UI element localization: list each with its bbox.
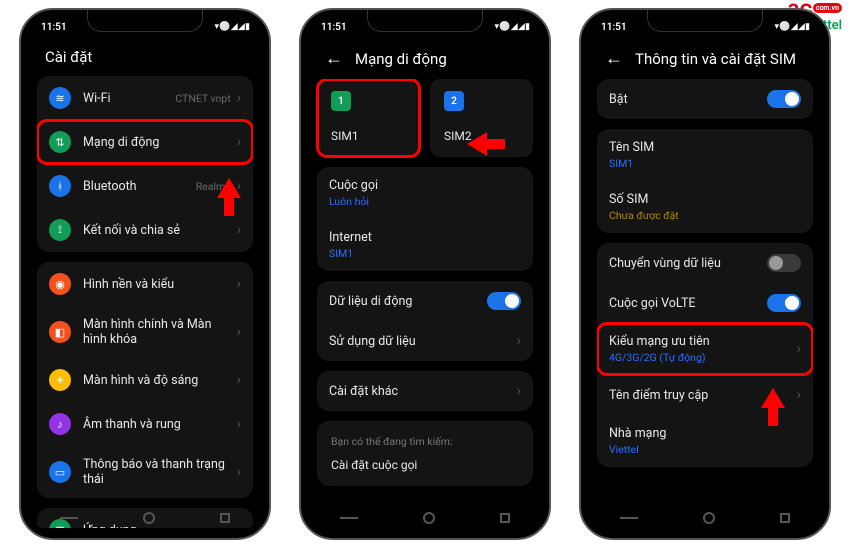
- row-label: Sử dụng dữ liệu: [329, 334, 517, 349]
- row-value: Luôn hỏi: [329, 195, 369, 208]
- page-title: Thông tin và cài đặt SIM: [635, 50, 796, 68]
- settings-row-g1-1[interactable]: ⇅ Mạng di động ›: [37, 120, 253, 164]
- toggle-switch[interactable]: [487, 292, 521, 310]
- sim-name: SIM1: [331, 129, 406, 143]
- mobile-network-icon: ⇅: [49, 131, 71, 153]
- row-p3c-0[interactable]: Chuyển vùng dữ liệu: [597, 243, 813, 283]
- nav-bar[interactable]: [587, 508, 823, 528]
- hint-item[interactable]: Cài đặt cuộc gọi: [331, 458, 519, 472]
- row-value: SIM1: [609, 157, 633, 170]
- row-p2a-0[interactable]: Cuộc gọi Luôn hỏi: [317, 167, 533, 219]
- row-label: Internet: [329, 230, 372, 245]
- chevron-right-icon: ›: [237, 222, 241, 238]
- pointer-arrow-icon: [217, 178, 241, 198]
- back-icon[interactable]: ←: [325, 48, 343, 69]
- settings-row-g2-0[interactable]: ◉ Hình nền và kiểu ›: [37, 262, 253, 306]
- nav-bar[interactable]: [307, 508, 543, 528]
- phone-mobile-network: 11:51 ▾ ⚪ ◢ ◢ ▮ ← Mạng di động 1 SIM1 2 …: [299, 8, 551, 540]
- chevron-right-icon: ›: [237, 134, 241, 150]
- settings-row-g2-3[interactable]: ♪ Âm thanh và rung ›: [37, 402, 253, 446]
- row-p3c-2[interactable]: Kiểu mạng ưu tiên 4G/3G/2G (Tự động) ›: [597, 323, 813, 375]
- row-label: Màn hình chính và Màn hình khóa: [83, 317, 237, 347]
- share-icon: ⟟: [49, 219, 71, 241]
- row-p3b-0[interactable]: Tên SIM SIM1: [597, 129, 813, 181]
- wifi-icon: ≋: [49, 87, 71, 109]
- chevron-right-icon: ›: [517, 383, 521, 399]
- pointer-arrow-icon: [467, 132, 487, 156]
- page-title: Cài đặt: [27, 38, 263, 76]
- row-value: Chưa được đặt: [609, 209, 679, 222]
- row-p3a-0[interactable]: Bật: [597, 79, 813, 119]
- settings-row-g1-3[interactable]: ⟟ Kết nối và chia sẻ ›: [37, 208, 253, 252]
- row-value: CTNET vnpt: [175, 92, 230, 105]
- settings-row-g2-1[interactable]: ◧ Màn hình chính và Màn hình khóa ›: [37, 306, 253, 358]
- wallpaper-icon: ◉: [49, 273, 71, 295]
- phone-settings: 11:51 ▾ ⚪ ◢ ◢ ▮ Cài đặt ≋ Wi-Fi CTNET vn…: [19, 8, 271, 540]
- row-label: Màn hình và độ sáng: [83, 373, 237, 388]
- row-label: Bluetooth: [83, 179, 196, 194]
- row-p2c-0[interactable]: Cài đặt khác›: [317, 371, 533, 411]
- chevron-right-icon: ›: [517, 333, 521, 349]
- chevron-right-icon: ›: [797, 341, 801, 357]
- toggle-switch[interactable]: [767, 294, 801, 312]
- sim-card-1[interactable]: 1 SIM1: [317, 79, 420, 157]
- row-label: Bật: [609, 92, 767, 107]
- row-label: Cài đặt khác: [329, 384, 517, 399]
- chevron-right-icon: ›: [237, 276, 241, 292]
- row-label: Hình nền và kiểu: [83, 277, 237, 292]
- row-label: Nhà mạng: [609, 426, 666, 441]
- row-label: Wi-Fi: [83, 91, 175, 106]
- row-label: Kết nối và chia sẻ: [83, 223, 237, 238]
- nav-bar[interactable]: [27, 508, 263, 528]
- home-lock-icon: ◧: [49, 321, 71, 343]
- row-label: Tên SIM: [609, 140, 654, 155]
- row-label: Số SIM: [609, 192, 648, 207]
- row-label: Kiểu mạng ưu tiên: [609, 334, 710, 349]
- display-icon: ☀: [49, 369, 71, 391]
- row-value: SIM1: [329, 247, 353, 260]
- search-hint: Bạn có thể đang tìm kiếm: Cài đặt cuộc g…: [317, 421, 533, 486]
- pointer-arrow-icon: [761, 388, 785, 408]
- chevron-right-icon: ›: [237, 324, 241, 340]
- back-icon[interactable]: ←: [605, 48, 623, 69]
- settings-row-g1-0[interactable]: ≋ Wi-Fi CTNET vnpt ›: [37, 76, 253, 120]
- row-p2b-0[interactable]: Dữ liệu di động: [317, 281, 533, 321]
- row-value: Viettel: [609, 443, 639, 456]
- sim-badge-icon: 1: [331, 91, 351, 111]
- settings-row-g2-4[interactable]: ▭ Thông báo và thanh trạng thái ›: [37, 446, 253, 498]
- toggle-switch[interactable]: [767, 90, 801, 108]
- phone-sim-settings: 11:51 ▾ ⚪ ◢ ◢ ▮ ← Thông tin và cài đặt S…: [579, 8, 831, 540]
- bluetooth-icon: ᚼ: [49, 175, 71, 197]
- row-p3c-1[interactable]: Cuộc gọi VoLTE: [597, 283, 813, 323]
- row-p2a-1[interactable]: Internet SIM1: [317, 219, 533, 271]
- row-label: Âm thanh và rung: [83, 417, 237, 432]
- settings-row-g2-2[interactable]: ☀ Màn hình và độ sáng ›: [37, 358, 253, 402]
- chevron-right-icon: ›: [237, 372, 241, 388]
- row-label: Cuộc gọi VoLTE: [609, 296, 767, 311]
- row-value: 4G/3G/2G (Tự động): [609, 351, 706, 364]
- page-title: Mạng di động: [355, 50, 447, 68]
- toggle-switch[interactable]: [767, 254, 801, 272]
- chevron-right-icon: ›: [237, 464, 241, 480]
- chevron-right-icon: ›: [797, 387, 801, 403]
- row-label: Thông báo và thanh trạng thái: [83, 457, 237, 487]
- sim-badge-icon: 2: [444, 91, 464, 111]
- row-label: Dữ liệu di động: [329, 294, 487, 309]
- row-p2b-1[interactable]: Sử dụng dữ liệu›: [317, 321, 533, 361]
- row-label: Chuyển vùng dữ liệu: [609, 256, 767, 271]
- chevron-right-icon: ›: [237, 90, 241, 106]
- row-label: Mạng di động: [83, 135, 237, 150]
- chevron-right-icon: ›: [237, 416, 241, 432]
- row-p3b-1[interactable]: Số SIM Chưa được đặt: [597, 181, 813, 233]
- notif-icon: ▭: [49, 461, 71, 483]
- row-label: Cuộc gọi: [329, 178, 378, 193]
- row-p3c-4[interactable]: Nhà mạng Viettel: [597, 415, 813, 467]
- sound-icon: ♪: [49, 413, 71, 435]
